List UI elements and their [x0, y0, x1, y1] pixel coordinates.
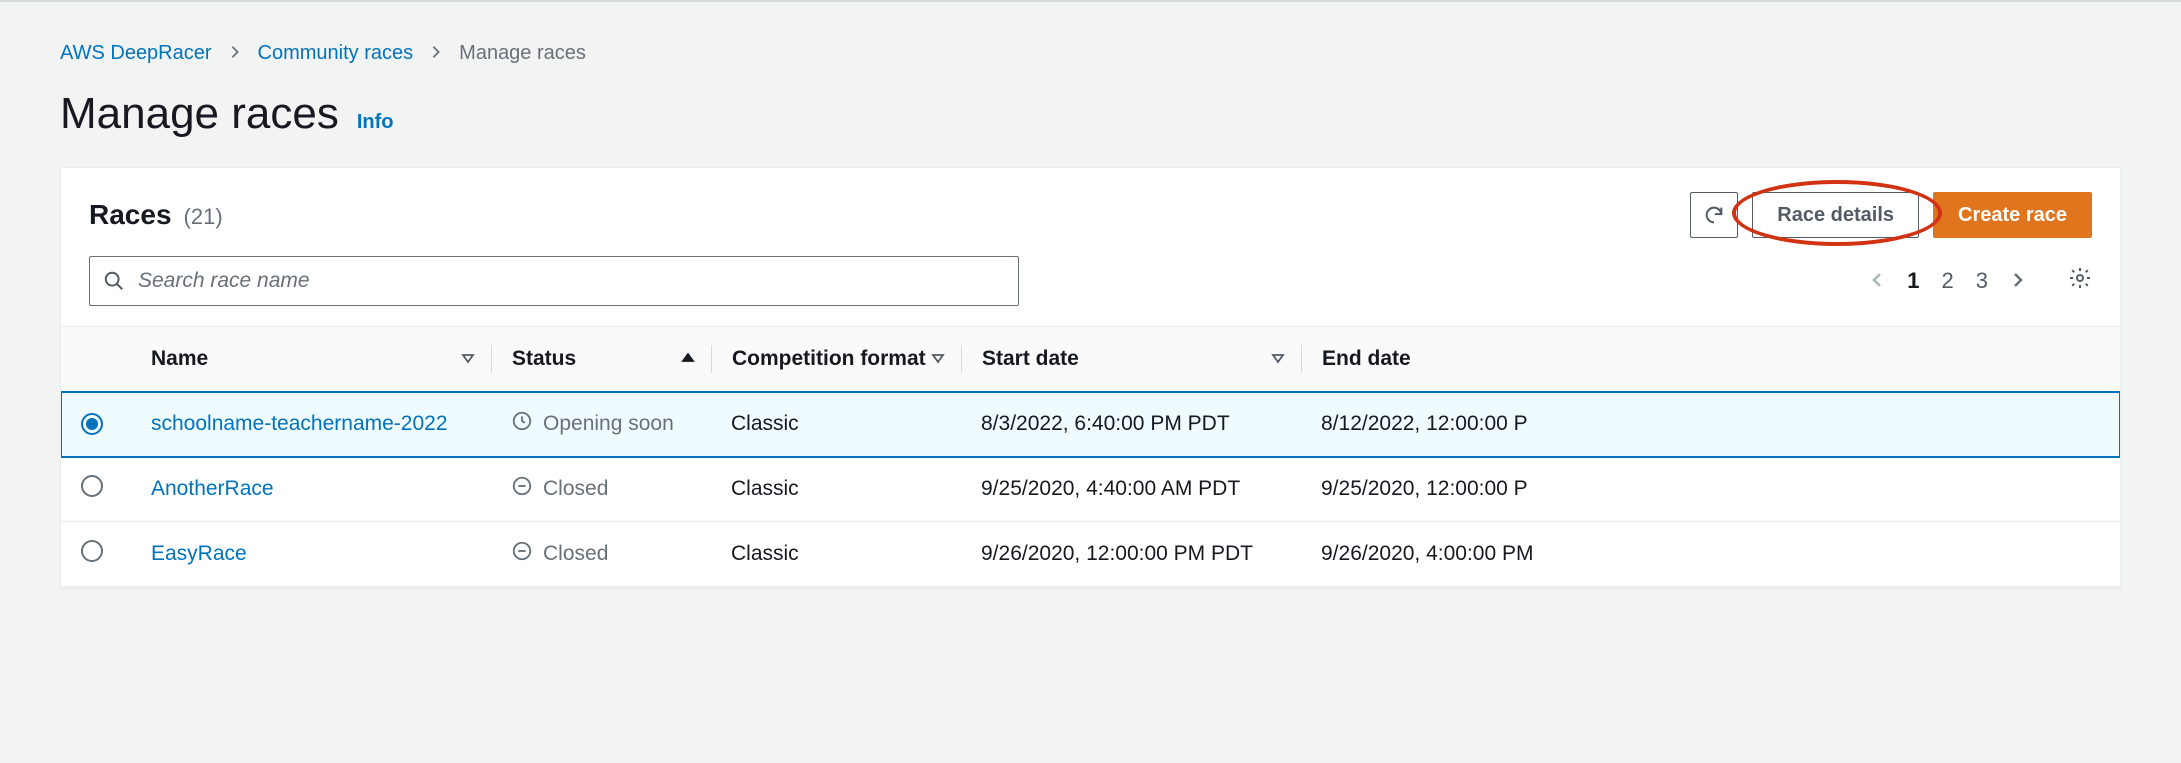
radio-icon[interactable]: [81, 413, 103, 435]
sort-icon: [461, 347, 475, 371]
format-cell: Classic: [711, 392, 961, 457]
row-select-cell[interactable]: [61, 392, 131, 457]
gear-icon: [2068, 266, 2092, 290]
end-date-cell: 9/25/2020, 12:00:00 P: [1301, 457, 2120, 522]
page-number[interactable]: 3: [1976, 268, 1988, 294]
races-panel: Races (21) Race details Create race: [60, 167, 2121, 588]
chevron-right-icon: [429, 42, 443, 65]
col-header-format[interactable]: Competition format: [711, 327, 961, 392]
status-cell: Closed: [491, 457, 711, 522]
page-next-button[interactable]: [2010, 268, 2026, 294]
race-name-link[interactable]: EasyRace: [131, 522, 491, 587]
page-prev-button[interactable]: [1869, 268, 1885, 294]
race-details-button[interactable]: Race details: [1752, 192, 1919, 238]
table-row[interactable]: EasyRace Closed Classic 9/26/2020, 12:00…: [61, 522, 2120, 587]
status-cell: Opening soon: [491, 392, 711, 457]
search-icon: [103, 270, 125, 292]
radio-icon[interactable]: [81, 540, 103, 562]
pagination: 1 2 3: [1869, 266, 2092, 296]
create-race-button[interactable]: Create race: [1933, 192, 2092, 238]
end-date-cell: 9/26/2020, 4:00:00 PM: [1301, 522, 2120, 587]
col-header-select: [61, 327, 131, 392]
chevron-right-icon: [228, 42, 242, 65]
panel-title: Races: [89, 199, 172, 231]
page-number[interactable]: 1: [1907, 268, 1919, 294]
search-wrap: [89, 256, 1019, 306]
row-select-cell[interactable]: [61, 457, 131, 522]
status-text: Closed: [543, 542, 608, 566]
breadcrumb-community[interactable]: Community races: [258, 42, 414, 65]
radio-icon[interactable]: [81, 475, 103, 497]
col-header-status[interactable]: Status: [491, 327, 711, 392]
panel-count: (21): [184, 204, 223, 230]
col-header-label: Competition format: [732, 347, 926, 371]
breadcrumb-root[interactable]: AWS DeepRacer: [60, 42, 212, 65]
race-name-link[interactable]: schoolname-teachername-2022: [131, 392, 491, 457]
clock-icon: [511, 410, 533, 438]
search-input[interactable]: [89, 256, 1019, 306]
sort-icon: [931, 347, 945, 371]
page-title: Manage races: [60, 89, 339, 139]
refresh-icon: [1703, 204, 1725, 226]
chevron-left-icon: [1869, 272, 1885, 288]
info-link[interactable]: Info: [357, 111, 394, 134]
col-header-name[interactable]: Name: [131, 327, 491, 392]
col-header-start[interactable]: Start date: [961, 327, 1301, 392]
minus-icon: [511, 475, 533, 503]
settings-button[interactable]: [2068, 266, 2092, 296]
breadcrumb-current: Manage races: [459, 42, 586, 65]
status-text: Closed: [543, 477, 608, 501]
race-name-link[interactable]: AnotherRace: [131, 457, 491, 522]
col-header-end[interactable]: End date: [1301, 327, 2120, 392]
start-date-cell: 8/3/2022, 6:40:00 PM PDT: [961, 392, 1301, 457]
col-header-label: Status: [512, 347, 576, 371]
start-date-cell: 9/25/2020, 4:40:00 AM PDT: [961, 457, 1301, 522]
status-cell: Closed: [491, 522, 711, 587]
format-cell: Classic: [711, 522, 961, 587]
start-date-cell: 9/26/2020, 12:00:00 PM PDT: [961, 522, 1301, 587]
row-select-cell[interactable]: [61, 522, 131, 587]
col-header-label: Start date: [982, 347, 1079, 371]
end-date-cell: 8/12/2022, 12:00:00 P: [1301, 392, 2120, 457]
table-row[interactable]: AnotherRace Closed Classic 9/25/2020, 4:…: [61, 457, 2120, 522]
sort-asc-icon: [681, 347, 695, 371]
refresh-button[interactable]: [1690, 192, 1738, 238]
format-cell: Classic: [711, 457, 961, 522]
chevron-right-icon: [2010, 272, 2026, 288]
page-number[interactable]: 2: [1942, 268, 1954, 294]
col-header-label: End date: [1322, 347, 1411, 371]
races-table: Name Status Competition format: [61, 326, 2120, 587]
breadcrumb: AWS DeepRacer Community races Manage rac…: [60, 42, 2121, 65]
sort-icon: [1271, 347, 1285, 371]
table-row[interactable]: schoolname-teachername-2022 Opening soon…: [61, 392, 2120, 457]
col-header-label: Name: [151, 347, 208, 371]
minus-icon: [511, 540, 533, 568]
status-text: Opening soon: [543, 412, 674, 436]
